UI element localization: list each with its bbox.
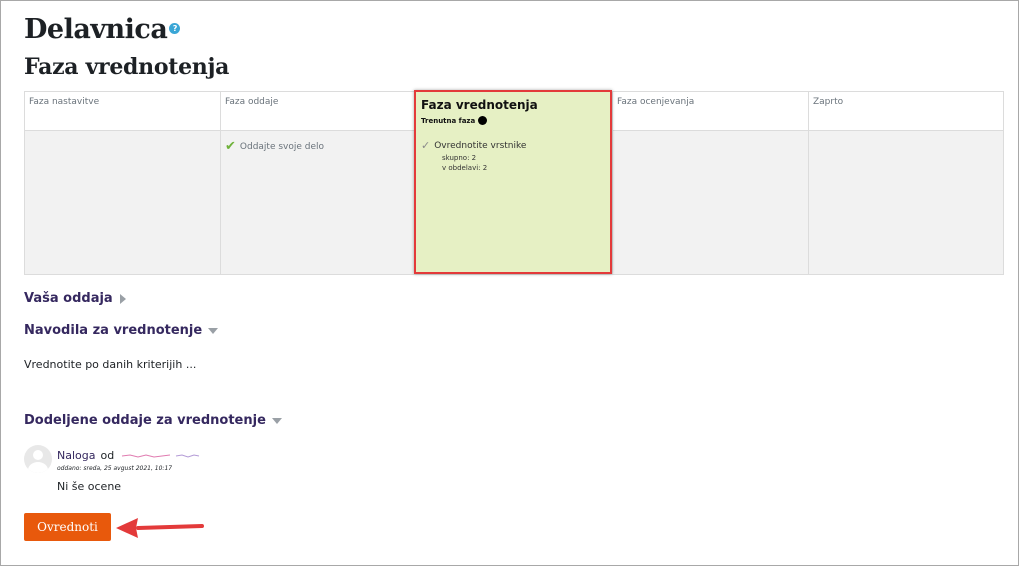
triangle-right-icon: [119, 293, 126, 304]
section-instructions[interactable]: Navodila za vrednotenje: [24, 323, 219, 338]
page-subtitle: Faza vrednotenja: [24, 54, 230, 80]
phase-submission: Faza oddaje ✔ Oddajte svoje delo: [221, 92, 417, 274]
stat-in-progress: v obdelavi: 2: [442, 164, 488, 172]
submission-grade: Ni še ocene: [57, 480, 122, 493]
submission-link[interactable]: Naloga: [57, 449, 95, 462]
active-phase-name: Faza vrednotenja: [421, 98, 538, 112]
task-assess-peers-label: Ovrednotite vrstnike: [434, 140, 527, 151]
page-title: Delavnica?: [24, 14, 181, 45]
dot-icon: [478, 116, 488, 125]
phase-setup-name: Faza nastavitve: [25, 92, 220, 131]
task-assess-peers[interactable]: ✓ Ovrednotite vrstnike: [421, 139, 605, 152]
avatar: [24, 445, 52, 473]
submission-date: oddano: sreda, 25 avgust 2021, 10:17: [57, 465, 173, 472]
assess-button[interactable]: Ovrednoti: [24, 513, 111, 541]
section-your-submission-label: Vaša oddaja: [24, 291, 113, 306]
phase-submission-body: ✔ Oddajte svoje delo: [221, 131, 417, 274]
section-instructions-label: Navodila za vrednotenje: [24, 323, 203, 338]
phase-evaluation-name: Faza ocenjevanja: [613, 92, 808, 131]
section-your-submission[interactable]: Vaša oddaja: [24, 291, 126, 306]
task-submit-work[interactable]: ✔ Oddajte svoje delo: [225, 139, 413, 154]
phase-evaluation-body: [613, 131, 808, 274]
triangle-down-icon: [208, 327, 219, 334]
submission-by: od: [100, 449, 115, 462]
section-allocated[interactable]: Dodeljene oddaje za vrednotenje: [24, 413, 282, 428]
page-title-text: Delavnica: [24, 14, 168, 45]
phase-closed-name: Zaprto: [809, 92, 1003, 131]
window-frame: [0, 0, 1019, 566]
help-icon[interactable]: ?: [169, 23, 181, 34]
active-phase-assessment: Faza vrednotenja Trenutna faza ✓ Ovredno…: [414, 90, 612, 274]
redacted-author: [122, 453, 200, 458]
stat-total: skupno: 2: [442, 154, 477, 162]
phase-closed: Zaprto: [809, 92, 1003, 274]
current-phase-label: Trenutna faza: [421, 116, 605, 125]
arrow-icon: [116, 518, 204, 538]
instructions-text: Vrednotite po danih kriterijih ...: [24, 358, 197, 371]
check-icon: ✓: [421, 139, 431, 152]
section-allocated-label: Dodeljene oddaje za vrednotenje: [24, 413, 266, 428]
phase-submission-name: Faza oddaje: [221, 92, 417, 131]
current-phase-text: Trenutna faza: [421, 116, 476, 125]
phase-closed-body: [809, 131, 1003, 274]
task-submit-work-label: Oddajte svoje delo: [239, 141, 325, 152]
phase-evaluation: Faza ocenjevanja: [613, 92, 809, 274]
triangle-down-icon: [271, 417, 282, 424]
phase-setup: Faza nastavitve: [25, 92, 221, 274]
phase-setup-body: [25, 131, 220, 274]
submission-title: Naloga od: [57, 449, 200, 462]
check-icon: ✔: [225, 139, 236, 154]
